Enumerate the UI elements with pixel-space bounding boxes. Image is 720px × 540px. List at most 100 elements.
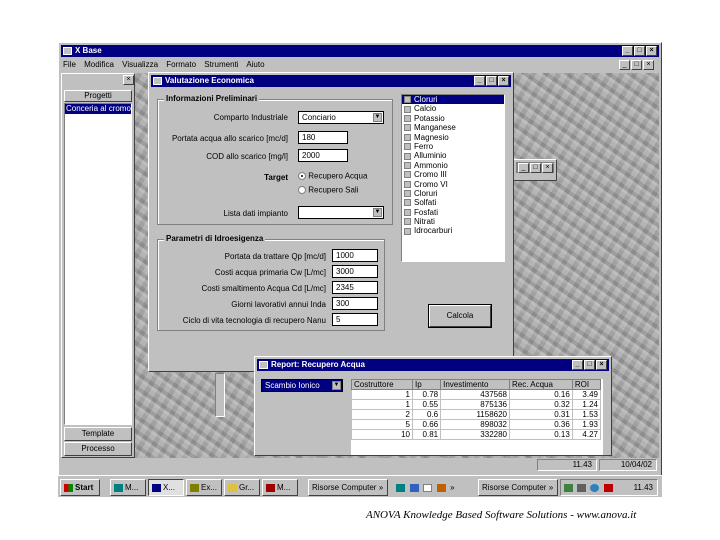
col-costruttore[interactable]: Costruttore bbox=[351, 379, 413, 390]
start-button[interactable]: Start bbox=[60, 479, 100, 496]
chevron-down-icon[interactable]: ▼ bbox=[373, 113, 382, 122]
dialog-icon bbox=[153, 77, 162, 85]
param-input-2[interactable]: 2345 bbox=[332, 281, 378, 294]
task-button-5[interactable]: M... bbox=[262, 479, 298, 496]
col-rec-acqua[interactable]: Rec. Acqua bbox=[509, 379, 573, 390]
substance-item[interactable]: Cloruri bbox=[402, 189, 504, 198]
substance-item[interactable]: Calcio bbox=[402, 104, 504, 113]
xbase-icon bbox=[152, 483, 161, 492]
lista-label: Lista dati impianto bbox=[223, 209, 288, 218]
substance-item[interactable]: Cloruri bbox=[402, 95, 504, 105]
substance-item[interactable]: Ammonio bbox=[402, 161, 504, 170]
processo-button[interactable]: Processo bbox=[64, 442, 132, 456]
table-row[interactable]: 5 0.66 898032 0.36 1.93 bbox=[351, 419, 602, 430]
param-input-4[interactable]: 5 bbox=[332, 313, 378, 326]
system-tray: 11.43 bbox=[560, 479, 658, 496]
main-title-bar: X Base _ □ × bbox=[61, 45, 659, 57]
substance-item[interactable]: Magnesio bbox=[402, 133, 504, 142]
menu-aiuto[interactable]: Aiuto bbox=[246, 60, 264, 69]
radio-recupero-acqua[interactable]: Recupero Acqua bbox=[298, 171, 367, 180]
menu-formato[interactable]: Formato bbox=[166, 60, 196, 69]
col-ip[interactable]: Ip bbox=[411, 379, 442, 390]
task-button-1[interactable]: M... bbox=[110, 479, 146, 496]
project-item-selected[interactable]: Conceria al cromo.s bbox=[65, 104, 131, 114]
antivirus-icon[interactable] bbox=[603, 483, 613, 492]
cod-input[interactable]: 2000 bbox=[298, 149, 348, 162]
report-minimize-icon[interactable]: _ bbox=[572, 360, 583, 370]
globe-icon[interactable] bbox=[590, 483, 600, 492]
report-table: Costruttore Ip Investimento Rec. Acqua R… bbox=[351, 379, 602, 440]
explorer-icon[interactable] bbox=[409, 483, 419, 492]
param-input-3[interactable]: 300 bbox=[332, 297, 378, 310]
substance-item[interactable]: Solfati bbox=[402, 198, 504, 207]
desktop-icon[interactable] bbox=[396, 483, 405, 492]
maximize-icon[interactable]: □ bbox=[634, 46, 645, 56]
dialog-minimize-icon[interactable]: _ bbox=[474, 76, 485, 86]
group-preliminari: Informazioni Preliminari Comparto Indust… bbox=[157, 94, 393, 225]
substance-item[interactable]: Manganese bbox=[402, 123, 504, 132]
dialog-maximize-icon[interactable]: □ bbox=[486, 76, 497, 86]
child-minimize-icon[interactable]: _ bbox=[619, 60, 630, 70]
bg-close-icon[interactable]: × bbox=[542, 163, 553, 173]
background-scrollbar[interactable] bbox=[215, 373, 225, 417]
substance-item[interactable]: Nitrati bbox=[402, 217, 504, 226]
dialog-close-icon[interactable]: × bbox=[498, 76, 509, 86]
task-button-2[interactable]: X... bbox=[148, 479, 184, 496]
status-date: 10/04/02 bbox=[599, 459, 657, 471]
menu-strumenti[interactable]: Strumenti bbox=[204, 60, 238, 69]
bg-minimize-icon[interactable]: _ bbox=[518, 163, 529, 173]
table-row[interactable]: 10 0.81 332280 0.13 4.27 bbox=[351, 429, 602, 440]
child-restore-icon[interactable]: □ bbox=[631, 60, 642, 70]
substance-item[interactable]: Cromo III bbox=[402, 170, 504, 179]
close-icon[interactable]: × bbox=[646, 46, 657, 56]
substance-item[interactable]: Ferro bbox=[402, 142, 504, 151]
paint-icon[interactable] bbox=[436, 483, 446, 492]
substance-item[interactable]: Potassio bbox=[402, 114, 504, 123]
taskbar: Start M... X... Ex... Gr... M... Risorse… bbox=[58, 475, 662, 497]
task-button-6[interactable]: Risorse Computer » bbox=[308, 479, 388, 496]
calcola-button-label: Calcola bbox=[446, 311, 474, 320]
speaker-icon[interactable] bbox=[577, 483, 587, 492]
projects-header[interactable]: Progetti bbox=[64, 90, 132, 102]
param-input-1[interactable]: 3000 bbox=[332, 265, 378, 278]
substance-item[interactable]: Idrocarburi bbox=[402, 226, 504, 235]
report-maximize-icon[interactable]: □ bbox=[584, 360, 595, 370]
chevron-down-icon[interactable]: ▼ bbox=[332, 381, 341, 390]
projects-close-icon[interactable]: × bbox=[123, 75, 134, 85]
comparto-select[interactable]: Conciario ▼ bbox=[298, 111, 384, 124]
col-roi[interactable]: ROI bbox=[571, 379, 602, 390]
report-window: Report: Recupero Acqua _ □ × Scambio Ion… bbox=[254, 356, 612, 456]
lista-select[interactable]: ▼ bbox=[298, 206, 384, 219]
portata-input[interactable]: 180 bbox=[298, 131, 348, 144]
menu-visualizza[interactable]: Visualizza bbox=[122, 60, 158, 69]
task-button-7[interactable]: Risorse Computer » bbox=[478, 479, 558, 496]
substance-item[interactable]: Alluminio bbox=[402, 151, 504, 160]
param-label-4: Ciclo di vita tecnologia di recupero Nan… bbox=[182, 316, 326, 325]
comparto-label: Comparto Industriale bbox=[213, 113, 288, 122]
substance-item[interactable]: Fosfati bbox=[402, 208, 504, 217]
radio-recupero-sali[interactable]: Recupero Sali bbox=[298, 185, 358, 194]
menu-modifica[interactable]: Modifica bbox=[84, 60, 114, 69]
substance-item[interactable]: Cromo VI bbox=[402, 180, 504, 189]
calcola-button[interactable]: Calcola bbox=[428, 304, 492, 328]
task-button-4[interactable]: Gr... bbox=[224, 479, 260, 496]
task-button-3[interactable]: Ex... bbox=[186, 479, 222, 496]
template-button[interactable]: Template bbox=[64, 427, 132, 441]
chevron-down-icon[interactable]: ▼ bbox=[373, 208, 382, 217]
table-row[interactable]: 2 0.6 1158620 0.31 1.53 bbox=[351, 409, 602, 420]
minimize-icon[interactable]: _ bbox=[622, 46, 633, 56]
menu-file[interactable]: File bbox=[63, 60, 76, 69]
notepad-icon[interactable] bbox=[423, 483, 433, 492]
report-table-container: Costruttore Ip Investimento Rec. Acqua R… bbox=[351, 379, 603, 455]
col-investimento[interactable]: Investimento bbox=[440, 379, 510, 390]
param-input-0[interactable]: 1000 bbox=[332, 249, 378, 262]
report-type-select[interactable]: Scambio Ionico ▼ bbox=[261, 379, 343, 392]
table-row[interactable]: 1 0.55 875136 0.32 1.24 bbox=[351, 399, 602, 410]
substances-list: Cloruri Calcio Potassio Manganese Magnes… bbox=[401, 94, 505, 262]
report-close-icon[interactable]: × bbox=[596, 360, 607, 370]
table-row[interactable]: 1 0.78 437568 0.16 3.49 bbox=[351, 389, 602, 400]
more-icon[interactable]: » bbox=[450, 483, 454, 492]
child-close-icon[interactable]: × bbox=[643, 60, 654, 70]
bg-maximize-icon[interactable]: □ bbox=[530, 163, 541, 173]
network-icon[interactable] bbox=[564, 483, 573, 492]
